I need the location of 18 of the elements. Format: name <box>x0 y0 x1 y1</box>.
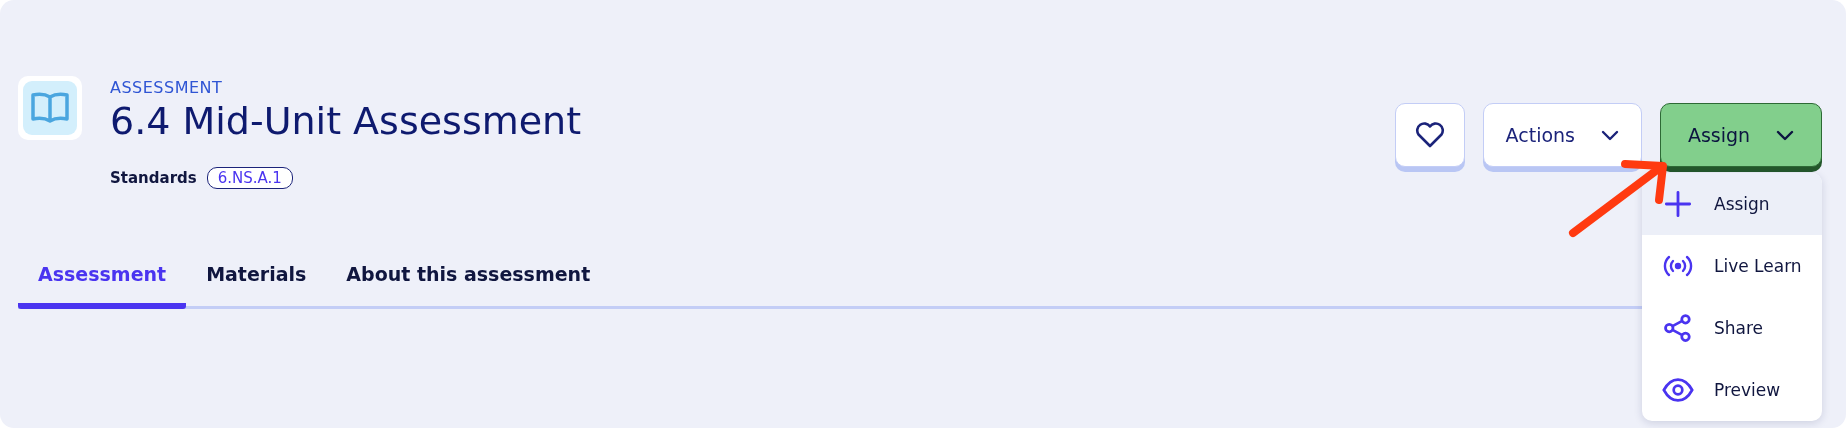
page-title: 6.4 Mid-Unit Assessment <box>110 99 582 143</box>
menu-item[interactable]: Live Learn <box>1642 235 1822 297</box>
tab[interactable]: Materials <box>186 249 327 309</box>
menu-item[interactable]: Preview <box>1642 359 1822 421</box>
chevron-down-icon <box>1601 129 1619 141</box>
chevron-down-icon <box>1776 129 1795 141</box>
standards-label: Standards <box>110 169 197 187</box>
tab[interactable]: Assessment <box>18 249 187 309</box>
standard-tag[interactable]: 6.NS.A.1 <box>206 167 293 189</box>
plus-icon <box>1664 190 1692 218</box>
share-icon <box>1663 313 1693 343</box>
tab[interactable]: About this assessment <box>326 249 611 309</box>
book-icon <box>18 76 82 140</box>
eye-icon <box>1662 377 1694 403</box>
menu-item[interactable]: Share <box>1642 297 1822 359</box>
menu-item[interactable]: Assign <box>1642 173 1822 235</box>
category-label: ASSESSMENT <box>110 78 223 97</box>
heart-icon <box>1414 122 1445 148</box>
